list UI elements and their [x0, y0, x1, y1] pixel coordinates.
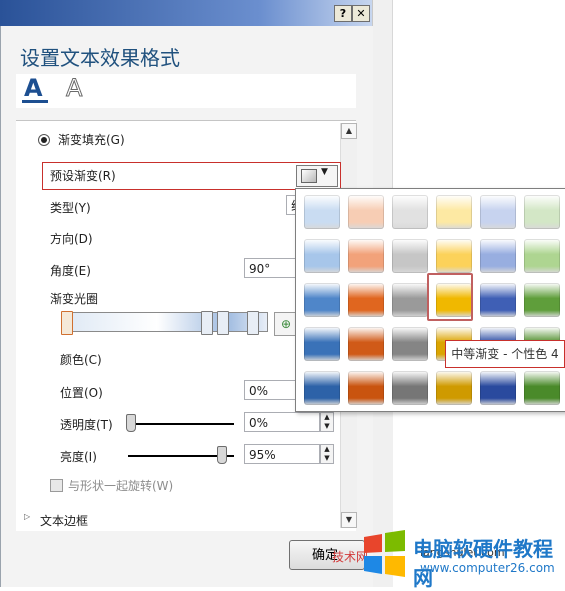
gradient-swatch-orange-5[interactable] [348, 371, 384, 405]
close-button[interactable]: ✕ [352, 5, 370, 22]
gradient-swatch-green-1[interactable] [524, 195, 560, 229]
scroll-up-arrow[interactable]: ▲ [341, 123, 357, 139]
text-outline-icon[interactable]: A [65, 74, 82, 103]
gradient-swatch-orange-2[interactable] [348, 239, 384, 273]
direction-label: 方向(D) [50, 232, 93, 246]
transparency-slider-track[interactable] [128, 423, 234, 425]
preset-gradient-label: 预设渐变(R) [50, 169, 116, 183]
gradient-swatch-gold-5[interactable] [436, 371, 472, 405]
gradient-swatch-gold-2[interactable] [436, 239, 472, 273]
position-label: 位置(O) [60, 386, 103, 400]
transparency-slider-thumb[interactable] [126, 414, 136, 432]
brightness-label: 亮度(I) [60, 450, 97, 464]
category-icon-row: A A [16, 74, 356, 108]
preset-swatch-icon [301, 169, 317, 183]
gradient-swatch-gray-4[interactable] [392, 327, 428, 361]
position-input[interactable]: 0% [244, 380, 298, 400]
angle-label: 角度(E) [50, 264, 91, 278]
gradient-swatch-gray-5[interactable] [392, 371, 428, 405]
gradient-swatch-gray-3[interactable] [392, 283, 428, 317]
brightness-spinner[interactable]: ▲ ▼ [320, 444, 334, 464]
type-label: 类型(Y) [50, 201, 91, 215]
gradient-swatch-orange-1[interactable] [348, 195, 384, 229]
gradient-stop-handle-1[interactable] [61, 311, 73, 335]
gradient-swatch-blue-gray-3[interactable] [304, 283, 340, 317]
gradient-fill-radio[interactable] [38, 134, 50, 146]
chevron-down-icon: ▼ [321, 167, 328, 177]
gradient-swatch-blue-2[interactable] [480, 239, 516, 273]
gradient-swatch-blue-1[interactable] [480, 195, 516, 229]
angle-input[interactable]: 90° [244, 258, 298, 278]
gradient-stop-handle-3[interactable] [217, 311, 229, 335]
preset-gradient-dropdown[interactable]: ▼ [296, 165, 338, 187]
watermark-url: www.computer26.com [420, 561, 555, 575]
gradient-swatch-green-3[interactable] [524, 283, 560, 317]
transparency-input[interactable]: 0% [244, 412, 320, 432]
gradient-swatch-gold-1[interactable] [436, 195, 472, 229]
gradient-tooltip: 中等渐变 - 个性色 4 [445, 340, 565, 368]
windows-logo-icon [364, 530, 405, 577]
brightness-slider-thumb[interactable] [217, 446, 228, 464]
gradient-swatch-blue-5[interactable] [480, 371, 516, 405]
pane-title: 设置文本效果格式 [20, 46, 180, 70]
color-label: 颜色(C) [60, 353, 102, 367]
rotate-with-shape-checkbox[interactable] [50, 479, 63, 492]
selected-category-underline [22, 100, 48, 103]
gradient-swatch-orange-3[interactable] [348, 283, 384, 317]
title-bar [0, 0, 372, 26]
gradient-stops-bar[interactable] [66, 312, 268, 332]
gradient-stop-handle-2[interactable] [201, 311, 213, 335]
gradient-swatch-blue-gray-4[interactable] [304, 327, 340, 361]
scroll-down-arrow[interactable]: ▼ [341, 512, 357, 528]
gradient-fill-label: 渐变填充(G) [58, 133, 125, 147]
rotate-with-shape-label: 与形状一起旋转(W) [68, 479, 174, 493]
help-button[interactable]: ? [334, 5, 352, 22]
transparency-spinner[interactable]: ▲ ▼ [320, 412, 334, 432]
brightness-input[interactable]: 95% [244, 444, 320, 464]
gradient-swatch-gray-2[interactable] [392, 239, 428, 273]
gradient-swatch-green-5[interactable] [524, 371, 560, 405]
text-border-section[interactable]: 文本边框 [40, 512, 88, 529]
gradient-swatch-green-2[interactable] [524, 239, 560, 273]
gradient-swatch-orange-4[interactable] [348, 327, 384, 361]
gradient-swatch-gray-1[interactable] [392, 195, 428, 229]
expand-arrow-icon[interactable]: ▷ [24, 512, 30, 521]
background-window-edge-2 [392, 0, 401, 190]
transparency-label: 透明度(T) [60, 418, 113, 432]
selected-gradient-highlight [427, 273, 473, 321]
gradient-swatch-blue-gray-2[interactable] [304, 239, 340, 273]
gradient-stops-label: 渐变光圈 [50, 292, 99, 306]
gradient-stop-handle-4[interactable] [247, 311, 259, 335]
gradient-swatch-blue-gray-5[interactable] [304, 371, 340, 405]
text-fill-icon[interactable]: A [24, 74, 43, 102]
gradient-swatch-blue-gray-1[interactable] [304, 195, 340, 229]
gradient-swatch-blue-3[interactable] [480, 283, 516, 317]
